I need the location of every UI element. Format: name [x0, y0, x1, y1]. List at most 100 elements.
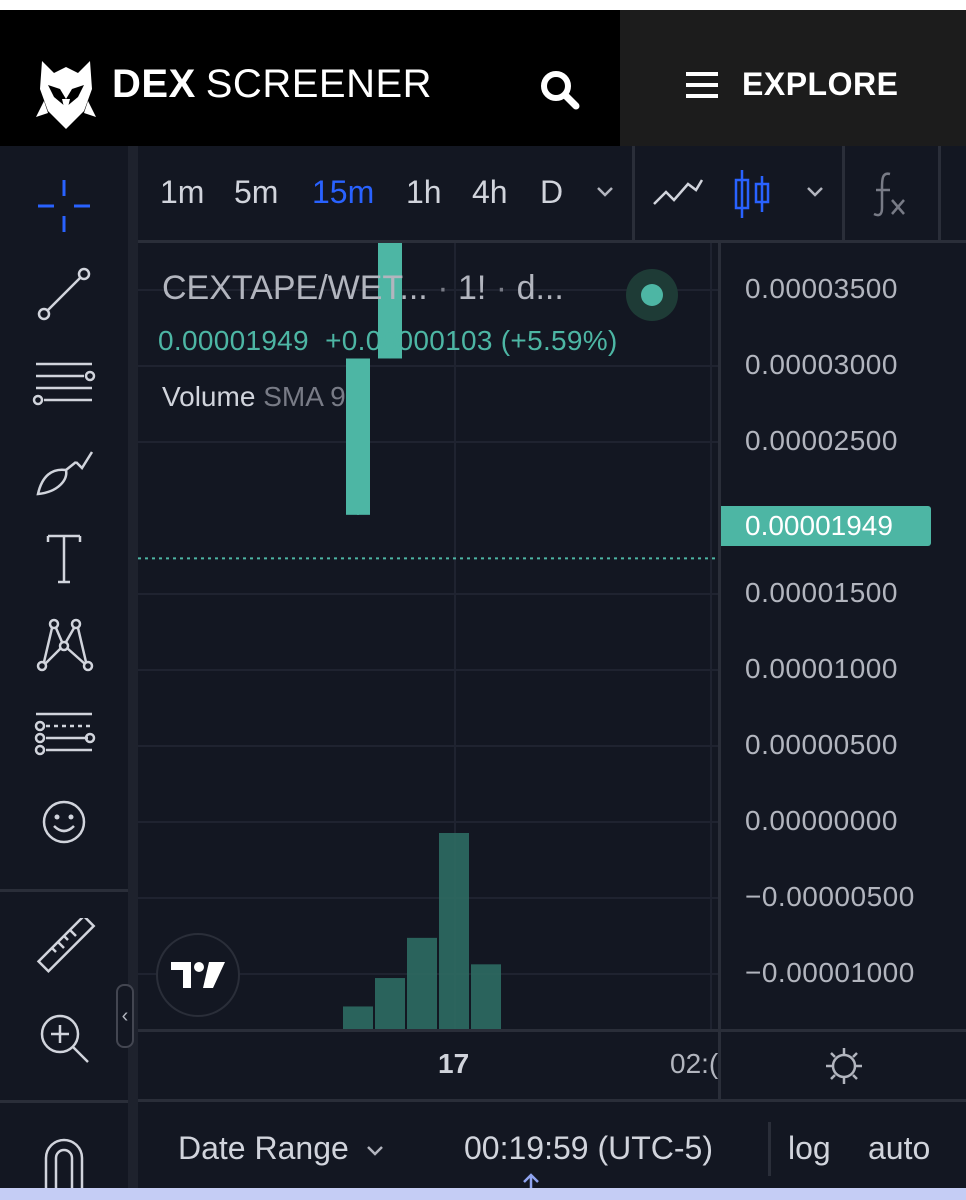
symbol-name: CEXTAPE/WET...: [162, 269, 428, 307]
chart-type-dropdown-chevron-icon[interactable]: [804, 184, 826, 200]
search-icon[interactable]: [538, 68, 582, 112]
ruler-tool[interactable]: [28, 914, 100, 986]
volume-bar: [343, 1006, 373, 1029]
price-tick: −0.00000500: [745, 881, 915, 912]
price-tick: 0.00000500: [745, 729, 898, 760]
horizontal-lines-icon: [32, 362, 96, 406]
date-range-label: Date Range: [178, 1130, 349, 1166]
chevron-left-icon: ‹: [121, 1004, 129, 1027]
volume-bars: [343, 833, 501, 1029]
chart-toolbar: 1m 5m 15m 1h 4h D: [138, 146, 966, 243]
brush-icon: [36, 451, 94, 496]
legend-price-values: 0.00001949 +0.00000103 (+5.59%): [158, 325, 618, 357]
legend-change-pct: (+5.59%): [500, 325, 618, 356]
volume-bar: [407, 937, 437, 1029]
emoji-icon: [42, 800, 86, 844]
symbol-legend[interactable]: CEXTAPE/WET... · 1! · d...: [162, 269, 564, 308]
magnet-icon: [44, 1138, 84, 1188]
price-tick: 0.00003500: [745, 273, 898, 304]
text-tool[interactable]: [28, 522, 100, 594]
tradingview-icon: [171, 962, 225, 988]
brand-name[interactable]: DEX SCREENER: [112, 62, 432, 107]
line-chart-icon[interactable]: [652, 174, 704, 214]
sidebar-divider: [0, 889, 128, 892]
bottom-bar: Date Range 00:19:59 (UTC-5) log auto: [138, 1099, 966, 1192]
time-axis[interactable]: 17 02:(: [138, 1029, 718, 1099]
timezone-clock[interactable]: 00:19:59 (UTC-5): [464, 1130, 713, 1167]
brand-bold: DEX: [112, 62, 196, 106]
timeframe-5m[interactable]: 5m: [234, 174, 278, 211]
pattern-icon: [36, 618, 94, 672]
date-range-button[interactable]: Date Range: [178, 1130, 386, 1167]
price-tick: 0.00000000: [745, 805, 898, 836]
legend-separator: ·: [437, 269, 449, 307]
timeframe-1m[interactable]: 1m: [160, 174, 204, 211]
current-price-tag: 0.00001949: [721, 506, 931, 546]
trend-line-icon: [37, 267, 91, 321]
settings-gear-icon: [825, 1047, 862, 1084]
drawing-tools-sidebar: ‹: [0, 146, 138, 1192]
collapse-sidebar-button[interactable]: ‹: [116, 984, 134, 1048]
timeframe-d[interactable]: D: [540, 174, 563, 211]
price-tick: −0.00001000: [745, 957, 915, 988]
page-scroll-indicator: [0, 1188, 966, 1200]
price-tick: 0.00003000: [745, 349, 898, 380]
toolbar-divider-2: [842, 146, 845, 240]
legend-change: +0.00000103: [325, 325, 493, 356]
pattern-tool[interactable]: [28, 610, 100, 682]
legend-exchange: d...: [516, 269, 564, 307]
volume-bar: [439, 833, 469, 1029]
bottom-bar-divider: [768, 1122, 771, 1176]
timeframe-1h[interactable]: 1h: [406, 174, 442, 211]
toolbar-divider: [632, 146, 635, 240]
time-label: 17: [438, 1048, 470, 1079]
toolbar-divider-3: [938, 146, 941, 240]
timeframe-15m[interactable]: 15m: [312, 174, 374, 211]
crosshair-tool[interactable]: [28, 170, 100, 242]
log-scale-toggle[interactable]: log: [788, 1130, 831, 1167]
top-navigation-bar: DEX SCREENER EXPLORE: [0, 10, 966, 146]
owl-logo-icon[interactable]: [34, 55, 98, 131]
horizontal-lines-tool[interactable]: [28, 346, 100, 418]
auto-scale-toggle[interactable]: auto: [868, 1130, 930, 1167]
chart-settings-button[interactable]: [718, 1029, 966, 1099]
ruler-icon: [36, 918, 96, 973]
candles-icon[interactable]: [732, 168, 772, 220]
explore-button[interactable]: EXPLORE: [686, 66, 898, 103]
magnet-tool[interactable]: [28, 1122, 100, 1194]
trend-line-tool[interactable]: [28, 258, 100, 330]
sidebar-divider-2: [0, 1100, 128, 1103]
hamburger-icon: [686, 71, 718, 98]
timeframe-4h[interactable]: 4h: [472, 174, 508, 211]
chevron-down-icon: [366, 1145, 383, 1156]
brush-tool[interactable]: [28, 434, 100, 506]
zoom-in-tool[interactable]: [28, 1002, 100, 1074]
fx-icon[interactable]: [868, 168, 912, 220]
prediction-tool[interactable]: [28, 698, 100, 770]
price-tick: 0.00002500: [745, 425, 898, 456]
chart-app: ‹ 1m 5m 15m 1h 4h D CEXTAPE/WET... · 1! …: [0, 146, 966, 1192]
price-axis[interactable]: 0.00003500 0.00003000 0.00002500 0.00001…: [718, 243, 966, 1029]
prediction-icon: [34, 712, 96, 756]
volume-label: Volume: [162, 381, 256, 412]
explore-label: EXPLORE: [742, 66, 899, 102]
chart-pane[interactable]: CEXTAPE/WET... · 1! · d... 0.00001949 +0…: [138, 243, 718, 1029]
zoom-in-icon: [40, 1014, 89, 1063]
volume-bar: [375, 978, 405, 1029]
emoji-tool[interactable]: [28, 786, 100, 858]
volume-sma-label: SMA 9: [263, 381, 346, 412]
live-status-dot-icon: [626, 269, 678, 321]
candlestick-series: [138, 243, 718, 1029]
crosshair-icon: [38, 180, 90, 232]
legend-price: 0.00001949: [158, 325, 309, 356]
legend-separator: ·: [495, 269, 508, 307]
volume-legend[interactable]: Volume SMA 9: [162, 381, 346, 413]
candle-body: [346, 358, 370, 515]
price-tick: 0.00001000: [745, 653, 898, 684]
time-label: 02:(: [670, 1048, 718, 1079]
legend-interval: 1!: [457, 269, 487, 307]
tradingview-logo[interactable]: [156, 933, 240, 1017]
timeframe-dropdown-chevron-icon[interactable]: [594, 184, 616, 200]
price-tick: 0.00001500: [745, 577, 898, 608]
brand-light: SCREENER: [205, 62, 433, 106]
